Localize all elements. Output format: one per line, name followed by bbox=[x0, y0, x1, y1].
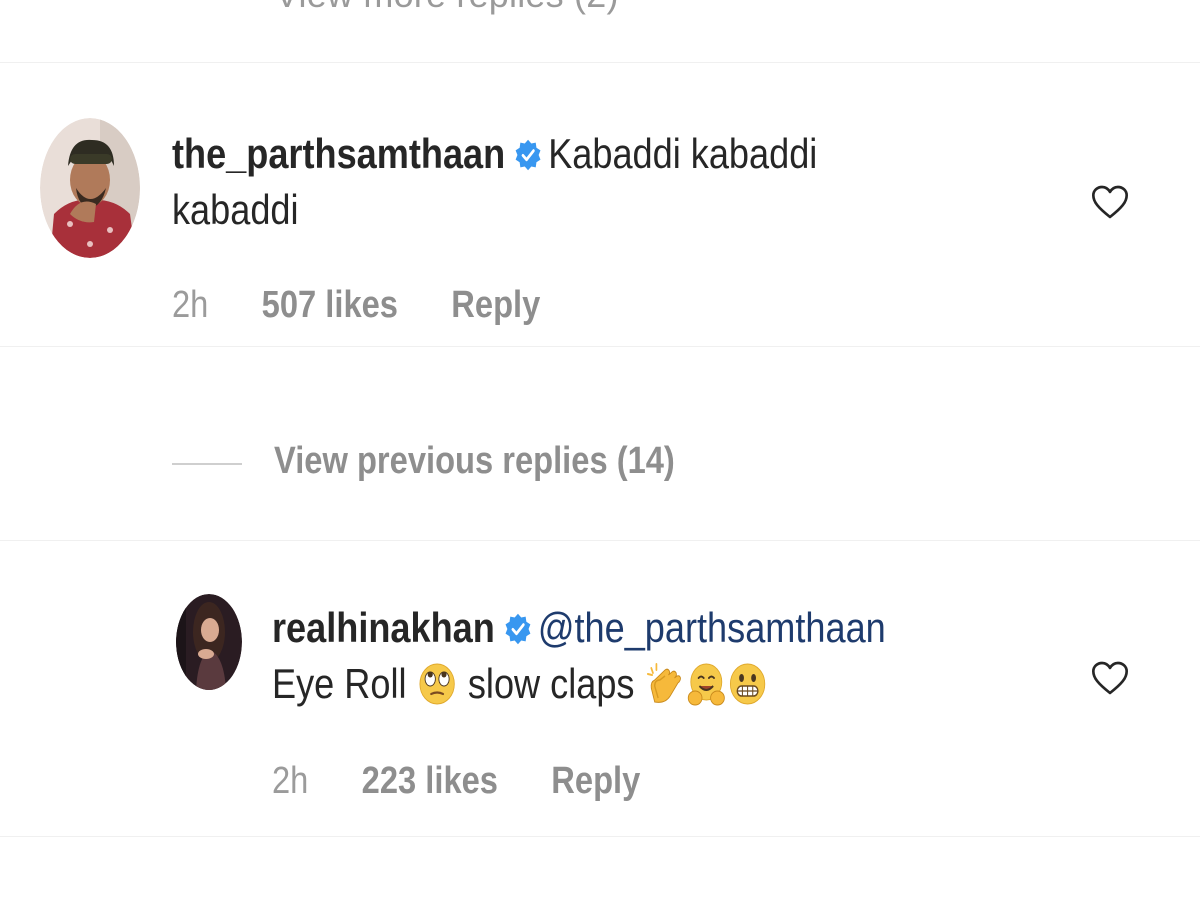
reply-button[interactable]: Reply bbox=[451, 284, 540, 327]
user-avatar-icon[interactable] bbox=[40, 118, 140, 258]
comment-likes-count[interactable]: 223 likes bbox=[362, 760, 498, 803]
comment-likes-count[interactable]: 507 likes bbox=[262, 284, 398, 327]
grimacing-face-icon bbox=[730, 663, 766, 705]
clapping-hands-icon bbox=[647, 663, 682, 703]
reply-text-part1: Eye Roll bbox=[272, 660, 407, 707]
reply-body: realhinakhan @the_parthsamthaan Eye Roll… bbox=[272, 600, 886, 712]
comment-username[interactable]: realhinakhan bbox=[272, 604, 495, 651]
comment-text-line2: kabaddi bbox=[172, 186, 299, 233]
heart-outline-icon[interactable] bbox=[1090, 658, 1130, 698]
divider bbox=[0, 540, 1200, 541]
hugging-face-icon bbox=[687, 663, 725, 706]
comment-username[interactable]: the_parthsamthaan bbox=[172, 130, 505, 177]
divider bbox=[0, 836, 1200, 837]
thread-line bbox=[172, 463, 242, 465]
view-previous-replies-label: View previous replies (14) bbox=[274, 440, 675, 482]
reply-meta: 2h 223 likes Reply bbox=[272, 760, 640, 803]
verified-badge-icon bbox=[505, 613, 531, 645]
comment-time: 2h bbox=[172, 284, 209, 326]
divider bbox=[0, 346, 1200, 347]
view-more-replies-link[interactable]: View more replies (2) bbox=[275, 0, 619, 16]
mention-link[interactable]: @the_parthsamthaan bbox=[538, 604, 886, 651]
face-with-rolling-eyes-icon bbox=[419, 663, 455, 705]
divider bbox=[0, 62, 1200, 63]
heart-outline-icon[interactable] bbox=[1090, 182, 1130, 222]
comment-body: the_parthsamthaan Kabaddi kabaddi kabadd… bbox=[172, 126, 817, 238]
verified-badge-icon bbox=[515, 139, 541, 171]
comment-time: 2h bbox=[272, 760, 309, 802]
comment-meta: 2h 507 likes Reply bbox=[172, 284, 540, 327]
comments-page: View more replies (2) bbox=[0, 0, 1200, 900]
comment-text-line1: Kabaddi kabaddi bbox=[548, 130, 818, 177]
user-avatar-icon[interactable] bbox=[176, 594, 242, 690]
reply-text-part2: slow claps bbox=[467, 660, 635, 707]
reply-button[interactable]: Reply bbox=[551, 760, 640, 803]
